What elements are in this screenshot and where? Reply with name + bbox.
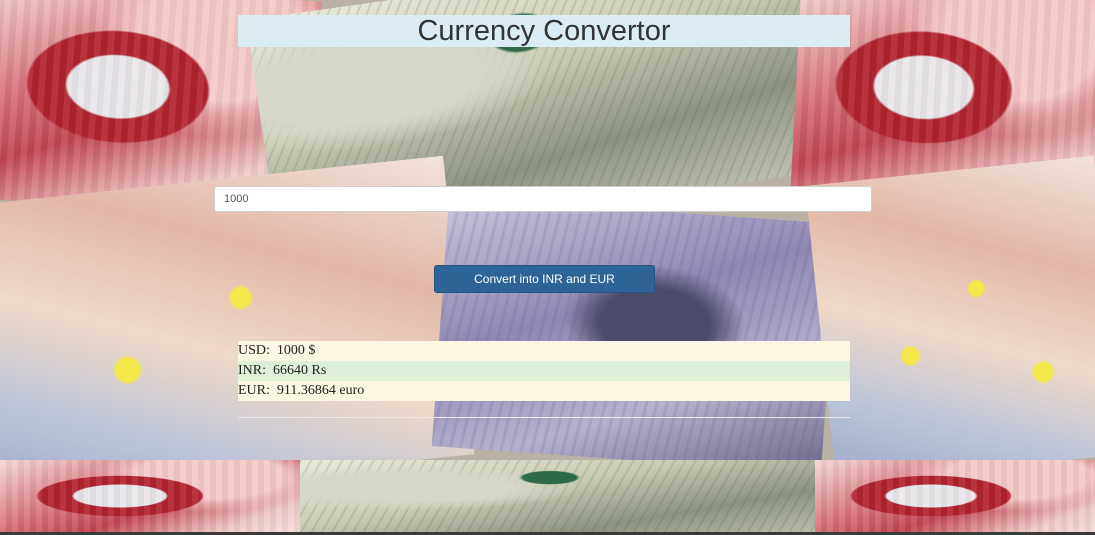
page-title: Currency Convertor <box>238 15 850 47</box>
inr-value: 66640 Rs <box>273 363 327 378</box>
divider <box>238 417 850 418</box>
eur-result-row: EUR: 911.36864 euro <box>238 381 850 401</box>
eur-label: EUR: <box>238 383 270 398</box>
convert-button[interactable]: Convert into INR and EUR <box>434 265 655 293</box>
results-list: USD: 1000 $ INR: 66640 Rs EUR: 911.36864… <box>238 341 850 401</box>
eur-value: 911.36864 euro <box>276 383 365 398</box>
usd-result-row: USD: 1000 $ <box>238 341 850 361</box>
usd-label: USD: <box>238 343 270 358</box>
usd-value: 1000 $ <box>276 343 316 358</box>
inr-label: INR: <box>238 363 266 378</box>
inr-result-row: INR: 66640 Rs <box>238 361 850 381</box>
amount-input[interactable] <box>214 186 872 212</box>
currency-converter-app: Currency Convertor Convert into INR and … <box>0 0 1095 535</box>
